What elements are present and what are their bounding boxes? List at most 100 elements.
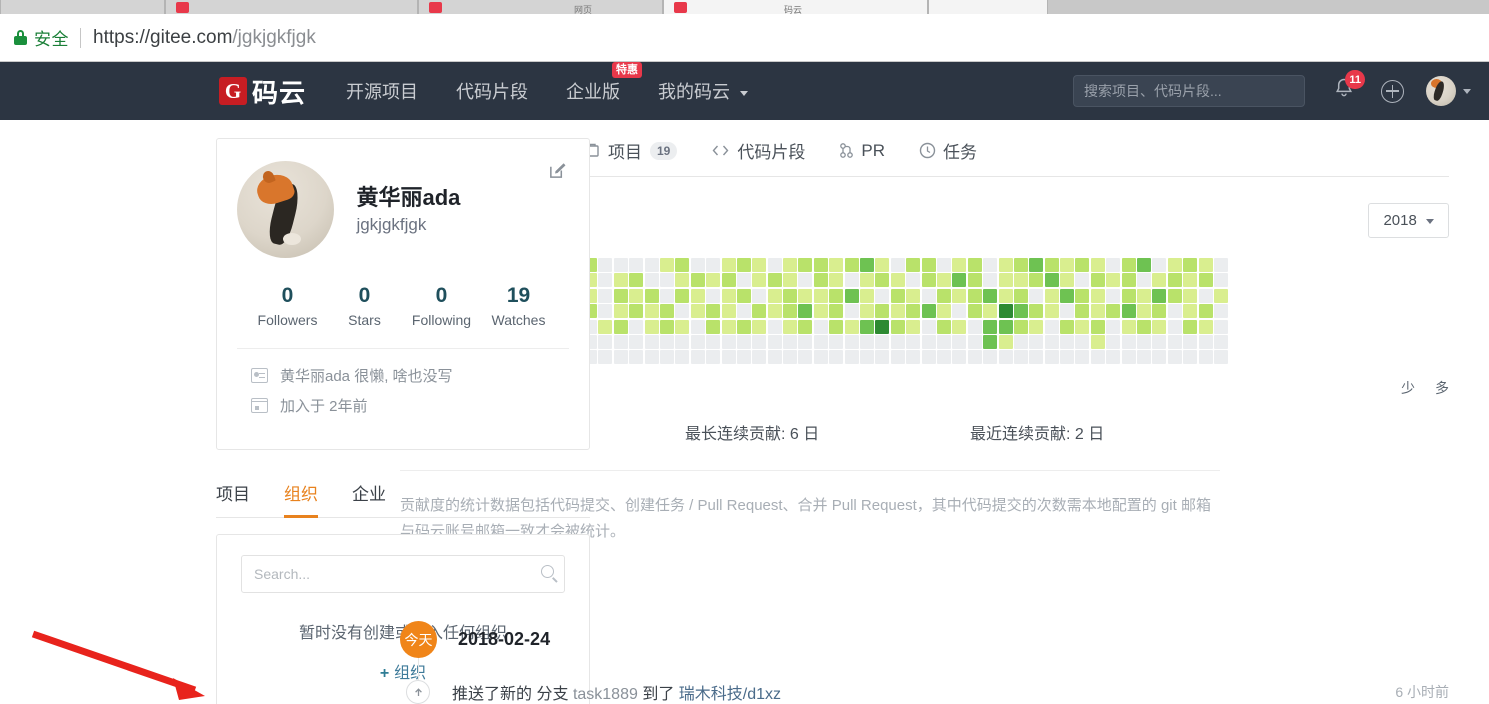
heatmap-cell[interactable] [1106, 334, 1121, 349]
heatmap-cell[interactable] [998, 258, 1013, 272]
heatmap-cell[interactable] [675, 273, 690, 288]
heatmap-cell[interactable] [875, 319, 890, 334]
heatmap-cell[interactable] [906, 258, 921, 272]
heatmap-cell[interactable] [798, 288, 813, 303]
heatmap-cell[interactable] [783, 273, 798, 288]
heatmap-cell[interactable] [706, 258, 721, 272]
heatmap-cell[interactable] [860, 304, 875, 319]
gitee-logo[interactable]: G 码云 [219, 73, 306, 110]
heatmap-cell[interactable] [659, 273, 674, 288]
heatmap-cell[interactable] [1152, 319, 1167, 334]
heatmap-cell[interactable] [644, 273, 659, 288]
heatmap-cell[interactable] [875, 334, 890, 349]
stat-following[interactable]: 0 Following [403, 284, 480, 328]
heatmap-cell[interactable] [721, 304, 736, 319]
heatmap-cell[interactable] [1121, 288, 1136, 303]
browser-tab-active[interactable]: 码云 [663, 0, 928, 14]
heatmap-cell[interactable] [890, 273, 905, 288]
heatmap-cell[interactable] [613, 319, 628, 334]
heatmap-cell[interactable] [1137, 258, 1152, 272]
heatmap-cell[interactable] [721, 350, 736, 365]
heatmap-cell[interactable] [890, 334, 905, 349]
browser-address-bar[interactable]: 安全 https://gitee.com /jgkjgkfjgk [0, 14, 1489, 62]
heatmap-cell[interactable] [844, 304, 859, 319]
heatmap-cell[interactable] [613, 334, 628, 349]
heatmap-cell[interactable] [1152, 334, 1167, 349]
heatmap-cell[interactable] [921, 334, 936, 349]
heatmap-cell[interactable] [736, 319, 751, 334]
heatmap-cell[interactable] [752, 350, 767, 365]
heatmap-cell[interactable] [813, 319, 828, 334]
heatmap-cell[interactable] [783, 288, 798, 303]
heatmap-cell[interactable] [690, 334, 705, 349]
heatmap-cell[interactable] [659, 304, 674, 319]
heatmap-cell[interactable] [1198, 258, 1213, 272]
heatmap-cell[interactable] [998, 304, 1013, 319]
heatmap-cell[interactable] [952, 288, 967, 303]
edit-icon[interactable] [548, 161, 567, 180]
heatmap-cell[interactable] [1183, 319, 1198, 334]
heatmap-cell[interactable] [1044, 319, 1059, 334]
sidebar-tab-projects[interactable]: 项目 [216, 472, 250, 518]
heatmap-cell[interactable] [983, 350, 998, 365]
heatmap-cell[interactable] [952, 273, 967, 288]
heatmap-cell[interactable] [1106, 273, 1121, 288]
heatmap-cell[interactable] [752, 258, 767, 272]
browser-tab[interactable] [928, 0, 1048, 14]
heatmap-cell[interactable] [1029, 288, 1044, 303]
heatmap-cell[interactable] [1029, 258, 1044, 272]
heatmap-cell[interactable] [844, 350, 859, 365]
heatmap-cell[interactable] [798, 304, 813, 319]
heatmap-cell[interactable] [1183, 258, 1198, 272]
browser-tab[interactable] [165, 0, 418, 14]
heatmap-cell[interactable] [675, 319, 690, 334]
heatmap-cell[interactable] [659, 334, 674, 349]
heatmap-cell[interactable] [906, 273, 921, 288]
heatmap-cell[interactable] [1167, 350, 1182, 365]
heatmap-cell[interactable] [1152, 304, 1167, 319]
heatmap-cell[interactable] [936, 304, 951, 319]
heatmap-cell[interactable] [860, 258, 875, 272]
heatmap-cell[interactable] [598, 334, 613, 349]
heatmap-cell[interactable] [675, 304, 690, 319]
heatmap-cell[interactable] [1152, 273, 1167, 288]
heatmap-cell[interactable] [1106, 288, 1121, 303]
heatmap-cell[interactable] [1198, 319, 1213, 334]
heatmap-cell[interactable] [1106, 350, 1121, 365]
heatmap-cell[interactable] [998, 273, 1013, 288]
heatmap-cell[interactable] [813, 273, 828, 288]
heatmap-cell[interactable] [706, 304, 721, 319]
heatmap-cell[interactable] [644, 334, 659, 349]
heatmap-cell[interactable] [936, 258, 951, 272]
heatmap-cell[interactable] [860, 350, 875, 365]
heatmap-cell[interactable] [967, 304, 982, 319]
heatmap-cell[interactable] [659, 350, 674, 365]
heatmap-cell[interactable] [1013, 350, 1028, 365]
heatmap-cell[interactable] [1013, 273, 1028, 288]
heatmap-cell[interactable] [721, 334, 736, 349]
heatmap-cell[interactable] [998, 319, 1013, 334]
heatmap-cell[interactable] [890, 258, 905, 272]
heatmap-cell[interactable] [629, 258, 644, 272]
heatmap-cell[interactable] [1214, 273, 1228, 288]
heatmap-cell[interactable] [736, 304, 751, 319]
heatmap-cell[interactable] [875, 304, 890, 319]
heatmap-cell[interactable] [1183, 288, 1198, 303]
heatmap-cell[interactable] [983, 334, 998, 349]
heatmap-cell[interactable] [767, 258, 782, 272]
heatmap-cell[interactable] [613, 304, 628, 319]
heatmap-cell[interactable] [1214, 334, 1228, 349]
heatmap-cell[interactable] [936, 273, 951, 288]
heatmap-cell[interactable] [1029, 319, 1044, 334]
heatmap-cell[interactable] [613, 258, 628, 272]
heatmap-cell[interactable] [598, 319, 613, 334]
heatmap-cell[interactable] [813, 258, 828, 272]
heatmap-cell[interactable] [813, 334, 828, 349]
heatmap-cell[interactable] [1214, 304, 1228, 319]
heatmap-cell[interactable] [1060, 258, 1075, 272]
heatmap-cell[interactable] [1121, 304, 1136, 319]
heatmap-cell[interactable] [798, 334, 813, 349]
heatmap-cell[interactable] [844, 319, 859, 334]
heatmap-cell[interactable] [998, 334, 1013, 349]
heatmap-cell[interactable] [1214, 319, 1228, 334]
